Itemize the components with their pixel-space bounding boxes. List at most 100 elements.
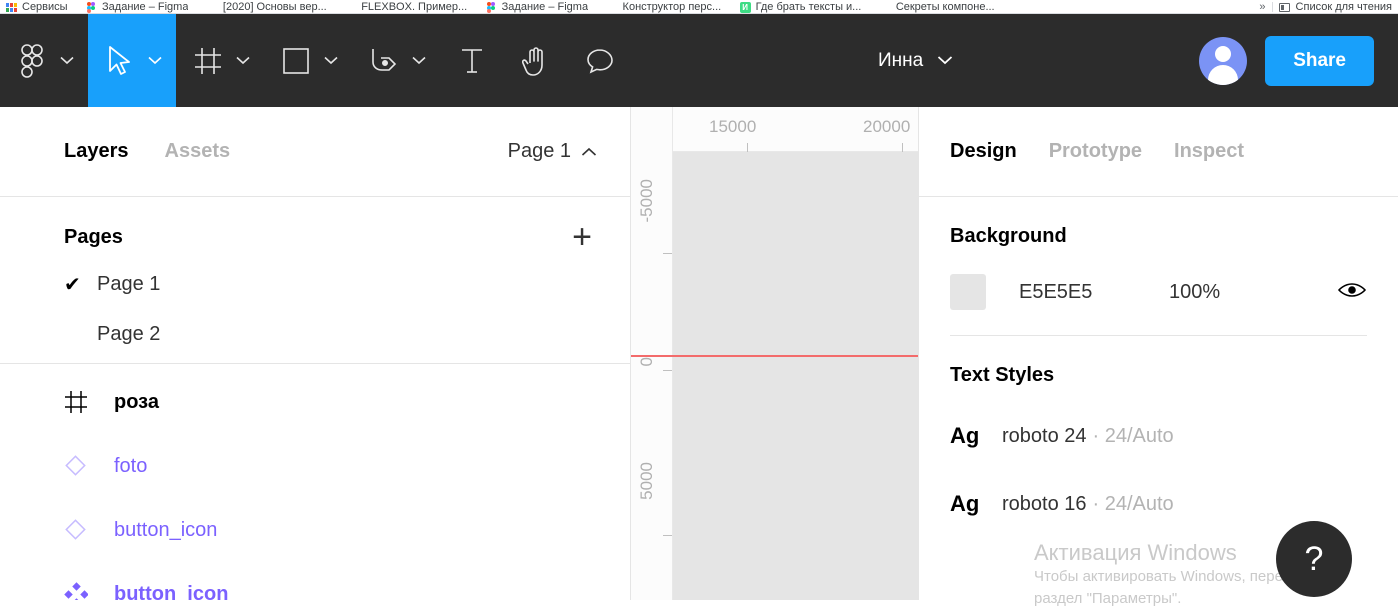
reading-list-label[interactable]: Список для чтения [1296,1,1392,13]
browser-tab-label: Задание – Figma [102,1,189,13]
layer-list: роза foto button_icon button_icon [0,364,630,600]
color-swatch[interactable] [950,274,986,310]
layer-row[interactable]: button_icon [0,562,630,600]
chevron-down-icon[interactable] [56,14,78,107]
ruler-v-tick [663,535,672,536]
pages-section: Pages + ✔ Page 1 Page 2 [0,197,630,364]
chevron-down-icon[interactable] [232,14,254,107]
text-tool-group[interactable] [440,14,504,107]
comment-icon[interactable] [578,14,622,107]
hand-tool-group[interactable] [504,14,568,107]
style-meta: · 24/Auto [1092,424,1174,447]
browser-tab[interactable]: Задание – Figma [80,0,196,13]
share-button[interactable]: Share [1265,35,1374,86]
divider [1271,2,1273,12]
left-sidebar: Layers Assets Page 1 Pages + ✔ Page 1 Pa… [0,107,631,600]
background-title: Background [950,225,1067,247]
canvas-background[interactable] [673,152,918,600]
pages-title: Pages [64,225,123,248]
comment-tool-group[interactable] [568,14,632,107]
canvas-area[interactable]: 15000 20000 -5000 0 5000 [631,107,918,600]
tab-overflow-button[interactable]: » [1259,1,1265,13]
hand-icon[interactable] [514,14,558,107]
text-style-row[interactable]: Ag roboto 16 · 24/Auto [950,481,1367,527]
text-styles-section: Text Styles Ag roboto 24 · 24/Auto Ag ro… [919,336,1398,527]
file-name-label[interactable]: Инна [878,50,923,72]
style-meta: · 24/Auto [1092,492,1174,515]
browser-tab-label: Сервисы [22,1,68,13]
style-preview: Ag [950,423,980,448]
layer-label: button_icon [114,518,218,541]
green-icon: И [739,1,751,13]
ruler-h-label: 20000 [863,117,911,136]
frame-icon [64,390,90,414]
layer-row[interactable]: роза [0,370,630,434]
youtube-icon [880,2,891,13]
figma-logo-icon[interactable] [10,14,54,107]
style-name: roboto 16 [1002,492,1087,515]
left-panel-header: Layers Assets Page 1 [0,107,630,197]
figma-menu-group[interactable] [0,14,88,107]
page-item-label: Page 1 [97,272,161,295]
browser-tab[interactable]: И Где брать тексты и... [734,0,870,13]
horizontal-ruler[interactable]: 15000 20000 [631,107,918,152]
component-set-icon [64,582,90,600]
frame-icon[interactable] [186,14,230,107]
background-hex-value[interactable]: E5E5E5 [1019,281,1169,304]
browser-tab[interactable]: Задание – Figma [480,0,596,13]
eye-icon[interactable] [1337,280,1367,305]
guide-line[interactable] [631,355,918,357]
tab-prototype[interactable]: Prototype [1049,140,1142,163]
browser-tab[interactable]: [2020] Основы вер... [201,0,335,13]
frame-tool-group[interactable] [176,14,264,107]
ruler-h-label: 15000 [709,117,757,136]
text-style-row[interactable]: Ag roboto 24 · 24/Auto [950,413,1367,459]
browser-tab[interactable]: Сервисы [0,0,76,13]
layer-row[interactable]: button_icon [0,498,630,562]
chevron-down-icon[interactable] [408,14,430,107]
move-tool-group[interactable] [88,14,176,107]
text-icon[interactable] [450,14,494,107]
layer-label: роза [114,390,159,413]
browser-tab-label: Задание – Figma [501,1,589,13]
browser-tab[interactable]: Конструктор перс... [601,0,730,13]
layer-label: foto [114,454,148,477]
pen-tool-group[interactable] [352,14,440,107]
ruler-h-tick [747,143,748,152]
ruler-h-tick [902,143,903,152]
page-item-1[interactable]: ✔ Page 1 [0,259,630,309]
tab-design[interactable]: Design [950,140,1017,163]
tab-inspect[interactable]: Inspect [1174,140,1244,163]
layer-label: button_icon [114,582,229,601]
tab-assets[interactable]: Assets [165,140,231,163]
cursor-icon[interactable] [98,14,142,107]
background-section: Background E5E5E5 100% [919,197,1398,336]
chevron-down-icon[interactable] [144,14,166,107]
layer-row[interactable]: foto [0,434,630,498]
shape-tool-group[interactable] [264,14,352,107]
chevron-down-icon[interactable] [937,52,953,70]
avatar-icon [607,2,618,13]
text-styles-title: Text Styles [950,364,1055,386]
page-selector-label: Page 1 [507,140,571,162]
background-opacity-value[interactable]: 100% [1169,281,1220,304]
ruler-v-label: 0 [637,357,656,367]
browser-tab[interactable]: FLEXBOX. Пример... [339,0,475,13]
rectangle-icon[interactable] [274,14,318,107]
check-icon: ✔ [64,273,81,296]
vertical-ruler[interactable]: -5000 0 5000 [631,152,673,600]
page-selector[interactable]: Page 1 [508,140,597,163]
chevron-down-icon[interactable] [320,14,342,107]
right-panel-tabs: Design Prototype Inspect [919,107,1398,197]
avatar[interactable] [1199,36,1248,85]
page-item-label: Page 2 [97,322,161,345]
add-page-button[interactable]: + [572,220,592,254]
help-button[interactable]: ? [1276,521,1352,597]
pen-icon[interactable] [362,14,406,107]
browser-tab-label: [2020] Основы вер... [222,1,327,13]
component-instance-icon [64,454,90,478]
browser-tab[interactable]: Секреты компоне... [874,0,1003,13]
google-apps-icon [6,2,17,13]
page-item-2[interactable]: Page 2 [0,309,630,359]
tab-layers[interactable]: Layers [64,140,129,163]
